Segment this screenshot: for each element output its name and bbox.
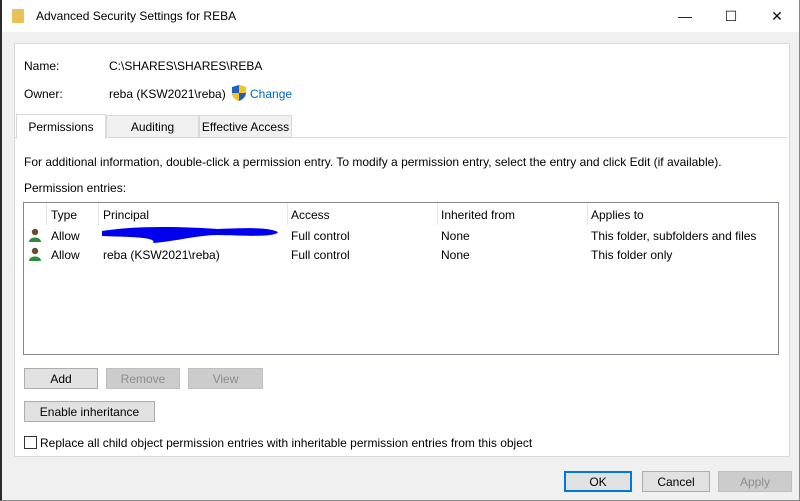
owner-label: Owner: — [24, 87, 63, 101]
row-principal: reba (KSW2021\reba) — [103, 248, 220, 262]
name-label: Name: — [24, 59, 60, 73]
folder-icon — [12, 9, 24, 23]
column-header-inherited-from[interactable]: Inherited from — [441, 208, 515, 222]
row-applies-to: This folder only — [591, 248, 673, 262]
row-applies-to: This folder, subfolders and files — [591, 229, 757, 243]
view-button[interactable]: View — [188, 368, 263, 389]
replace-child-permissions-label[interactable]: Replace all child object permission entr… — [40, 436, 532, 450]
info-text: For additional information, double-click… — [24, 155, 722, 169]
row-access: Full control — [291, 229, 350, 243]
user-icon — [29, 247, 41, 261]
redaction-scribble — [102, 227, 278, 243]
tab-permissions[interactable]: Permissions — [16, 114, 106, 139]
remove-button[interactable]: Remove — [106, 368, 180, 389]
column-header-type[interactable]: Type — [51, 208, 77, 222]
uac-shield-icon — [232, 85, 246, 101]
maximize-button[interactable]: ☐ — [708, 0, 754, 32]
table-row[interactable]: Allow Full control None This folder, sub… — [24, 227, 778, 246]
row-inherited-from: None — [441, 248, 470, 262]
close-button[interactable]: ✕ — [754, 0, 800, 32]
row-type: Allow — [51, 248, 80, 262]
column-header-access[interactable]: Access — [291, 208, 330, 222]
replace-child-permissions-checkbox[interactable] — [24, 436, 37, 449]
column-header-applies-to[interactable]: Applies to — [591, 208, 644, 222]
tab-effective-access[interactable]: Effective Access — [199, 115, 292, 138]
security-settings-window: Advanced Security Settings for REBA — ☐ … — [0, 0, 800, 501]
ok-button[interactable]: OK — [564, 471, 632, 492]
row-access: Full control — [291, 248, 350, 262]
user-icon — [29, 228, 41, 242]
tab-auditing[interactable]: Auditing — [106, 115, 199, 138]
column-header-principal[interactable]: Principal — [103, 208, 149, 222]
permission-entries-list[interactable]: Type Principal Access Inherited from App… — [23, 202, 779, 355]
title-bar: Advanced Security Settings for REBA — ☐ … — [2, 0, 799, 32]
window-title: Advanced Security Settings for REBA — [36, 9, 237, 23]
add-button[interactable]: Add — [24, 368, 98, 389]
table-row[interactable]: Allow reba (KSW2021\reba) Full control N… — [24, 246, 778, 265]
row-type: Allow — [51, 229, 80, 243]
apply-button[interactable]: Apply — [718, 471, 792, 492]
name-value: C:\SHARES\SHARES\REBA — [109, 59, 263, 73]
permission-entries-label: Permission entries: — [24, 181, 127, 195]
row-inherited-from: None — [441, 229, 470, 243]
enable-inheritance-button[interactable]: Enable inheritance — [24, 401, 155, 422]
owner-value: reba (KSW2021\reba) — [109, 87, 226, 101]
change-owner-link[interactable]: Change — [250, 87, 292, 101]
cancel-button[interactable]: Cancel — [642, 471, 710, 492]
minimize-button[interactable]: — — [662, 0, 708, 32]
tab-divider — [14, 137, 787, 138]
